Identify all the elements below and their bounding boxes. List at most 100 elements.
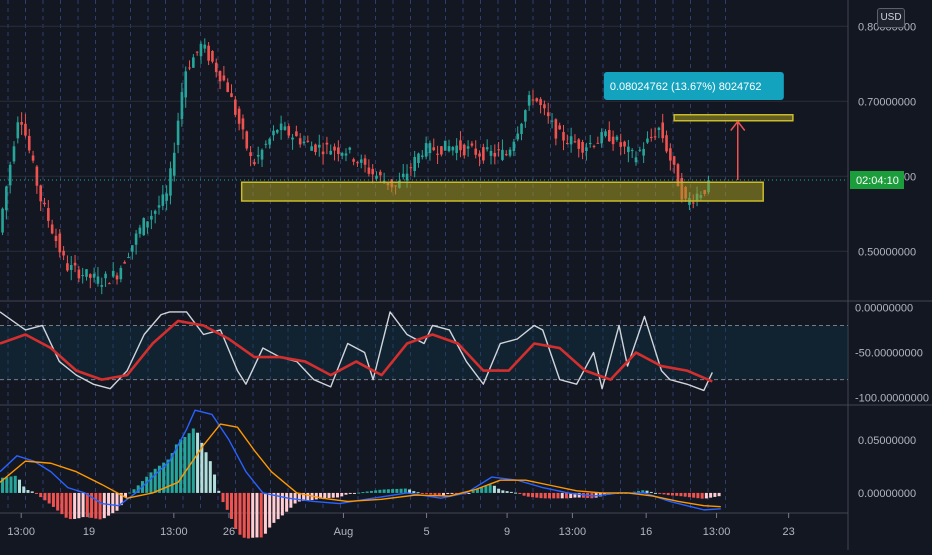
candle-body <box>39 185 43 202</box>
macd-histogram-bar <box>480 487 484 493</box>
chart-background <box>0 0 932 550</box>
candle-body <box>253 162 256 165</box>
candle-body <box>207 45 210 61</box>
countdown-label: 02:04:10 <box>856 175 899 187</box>
macd-histogram-bar <box>505 491 509 493</box>
candle-body <box>508 149 512 156</box>
support-zone[interactable] <box>240 181 764 202</box>
candle-body <box>497 149 500 151</box>
macd-histogram-bar <box>535 492 539 498</box>
candle-body <box>428 143 432 154</box>
candle-body <box>478 153 481 157</box>
candle-body <box>35 166 39 186</box>
macd-histogram-bar <box>5 477 9 493</box>
candle-body <box>31 155 35 161</box>
candle-body <box>413 156 416 172</box>
macd-histogram-bar <box>408 489 412 493</box>
candle-body <box>356 162 359 164</box>
candle-body <box>108 283 111 285</box>
macd-histogram-bar <box>357 492 361 494</box>
macd-histogram-bar <box>268 492 272 528</box>
candle-body <box>20 122 23 125</box>
macd-histogram-bar <box>43 492 47 501</box>
candle-body <box>287 126 291 136</box>
price-tick-label: 0.70000000 <box>858 96 916 108</box>
macd-histogram-bar <box>128 492 132 494</box>
candle-body <box>69 264 73 271</box>
macd-histogram-bar <box>217 490 221 493</box>
macd-histogram-bar <box>30 491 34 493</box>
candle-body <box>123 262 126 264</box>
candle-body <box>50 224 54 234</box>
candle-body <box>226 82 229 92</box>
macd-histogram-bar <box>272 492 276 523</box>
macd-histogram-bar <box>683 492 687 497</box>
target-zone[interactable] <box>673 114 794 122</box>
macd-histogram-bar <box>289 492 293 508</box>
macd-histogram-bar <box>60 492 64 515</box>
candle-body <box>474 148 478 155</box>
macd-histogram-bar <box>34 492 38 494</box>
candle-body <box>317 144 321 148</box>
macd-histogram-bar <box>429 492 433 495</box>
macd-histogram-bar <box>556 492 560 499</box>
macd-histogram-bar <box>115 492 119 511</box>
candle-body <box>24 123 27 136</box>
macd-histogram-bar <box>704 492 708 499</box>
candle-body <box>493 152 497 157</box>
candle-body <box>241 118 245 130</box>
macd-histogram-bar <box>285 492 289 512</box>
candle-body <box>344 153 348 156</box>
candle-body <box>421 155 424 157</box>
macd-histogram-bar <box>323 492 327 499</box>
candle-body <box>585 147 588 152</box>
time-tick-label: 19 <box>83 526 95 538</box>
candle-body <box>150 215 153 220</box>
macd-histogram-bar <box>662 492 666 495</box>
time-tick-label: 5 <box>423 526 429 538</box>
macd-histogram-bar <box>331 492 335 498</box>
candle-body <box>54 235 58 241</box>
candle-body <box>485 147 489 150</box>
stochastic-tick-label: -100.00000000 <box>855 393 929 405</box>
candle-body <box>653 136 657 138</box>
candle-body <box>115 275 119 280</box>
candle-body <box>661 122 665 139</box>
candle-body <box>169 168 172 196</box>
macd-histogram-bar <box>416 492 420 494</box>
macd-histogram-bar <box>56 492 60 511</box>
macd-histogram-bar <box>420 492 424 494</box>
macd-histogram-bar <box>246 492 250 539</box>
macd-histogram-bar <box>196 432 200 493</box>
macd-histogram-bar <box>39 492 43 498</box>
macd-histogram-bar <box>73 492 77 519</box>
macd-histogram-bar <box>378 489 382 493</box>
candle-body <box>249 152 252 157</box>
macd-tick-label: 0.00000000 <box>858 488 916 500</box>
macd-histogram-bar <box>213 474 217 493</box>
candle-body <box>85 269 88 277</box>
macd-histogram-bar <box>700 492 704 499</box>
candle-body <box>443 140 447 151</box>
macd-histogram-bar <box>514 492 518 494</box>
candle-body <box>470 143 474 146</box>
candle-body <box>638 149 642 151</box>
candle-body <box>504 154 508 156</box>
macd-histogram-bar <box>145 476 149 493</box>
macd-histogram-bar <box>539 492 543 499</box>
candle-body <box>630 150 634 152</box>
currency-badge[interactable]: USD <box>877 8 905 28</box>
candle-body <box>81 275 84 277</box>
candle-body <box>1 208 4 233</box>
macd-histogram-bar <box>403 488 407 493</box>
candle-body <box>451 146 455 151</box>
macd-histogram-bar <box>153 468 157 493</box>
candle-body <box>260 149 264 160</box>
chart-svg[interactable]: 0.800000000.700000000.600000000.50000000… <box>0 0 932 550</box>
candle-body <box>199 43 203 57</box>
candle-body <box>634 157 638 163</box>
chart-area[interactable]: 0.800000000.700000000.600000000.50000000… <box>0 0 932 550</box>
candle-body <box>5 186 8 211</box>
candle-body <box>573 141 577 143</box>
macd-histogram-bar <box>327 492 331 498</box>
